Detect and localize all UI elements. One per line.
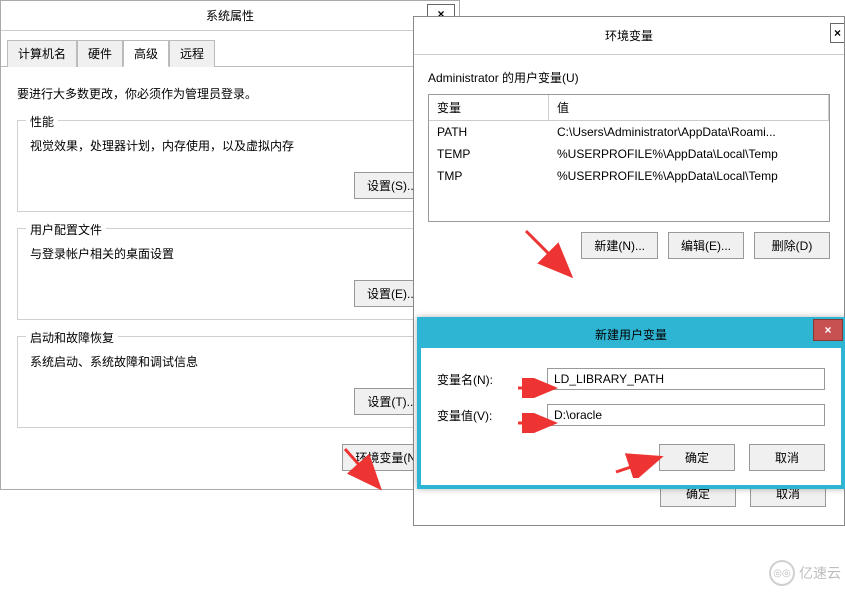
- tab-remote[interactable]: 远程: [169, 40, 215, 67]
- tab-computer-name[interactable]: 计算机名: [7, 40, 77, 67]
- col-variable[interactable]: 变量: [429, 95, 549, 120]
- admin-notice: 要进行大多数更改，你必须作为管理员登录。: [17, 85, 443, 102]
- tabs: 计算机名 硬件 高级 远程: [1, 31, 459, 67]
- user-profile-title: 用户配置文件: [26, 221, 106, 238]
- table-header: 变量 值: [429, 95, 829, 121]
- env-titlebar: 环境变量 ×: [414, 17, 844, 55]
- var-value-input[interactable]: [547, 404, 825, 426]
- new-var-cancel-button[interactable]: 取消: [749, 444, 825, 471]
- user-variables-table[interactable]: 变量 值 PATH C:\Users\Administrator\AppData…: [428, 94, 830, 222]
- var-value-label: 变量值(V):: [437, 407, 517, 424]
- startup-desc: 系统启动、系统故障和调试信息: [30, 353, 430, 370]
- sys-props-title: 系统属性: [206, 9, 254, 23]
- user-profile-group: 用户配置文件 与登录帐户相关的桌面设置 设置(E)...: [17, 228, 443, 320]
- env-title: 环境变量: [605, 29, 653, 43]
- new-var-body: 变量名(N): 变量值(V): 确定 取消: [421, 348, 841, 485]
- table-row[interactable]: TMP %USERPROFILE%\AppData\Local\Temp: [429, 165, 829, 187]
- col-value[interactable]: 值: [549, 95, 829, 120]
- performance-title: 性能: [26, 113, 58, 130]
- tab-hardware[interactable]: 硬件: [77, 40, 123, 67]
- delete-user-var-button[interactable]: 删除(D): [754, 232, 830, 259]
- new-user-var-button[interactable]: 新建(N)...: [581, 232, 658, 259]
- new-var-ok-button[interactable]: 确定: [659, 444, 735, 471]
- close-button[interactable]: ×: [813, 319, 843, 341]
- tab-advanced[interactable]: 高级: [123, 40, 169, 67]
- new-user-variable-dialog: 新建用户变量 × 变量名(N): 变量值(V): 确定 取消: [417, 317, 845, 489]
- var-name-label: 变量名(N):: [437, 371, 517, 388]
- user-profile-desc: 与登录帐户相关的桌面设置: [30, 245, 430, 262]
- startup-title: 启动和故障恢复: [26, 329, 118, 346]
- table-row[interactable]: TEMP %USERPROFILE%\AppData\Local\Temp: [429, 143, 829, 165]
- var-name-input[interactable]: [547, 368, 825, 390]
- sys-props-body: 要进行大多数更改，你必须作为管理员登录。 性能 视觉效果，处理器计划，内存使用，…: [1, 67, 459, 489]
- user-vars-label: Administrator 的用户变量(U): [428, 69, 830, 86]
- performance-group: 性能 视觉效果，处理器计划，内存使用，以及虚拟内存 设置(S)...: [17, 120, 443, 212]
- startup-group: 启动和故障恢复 系统启动、系统故障和调试信息 设置(T)...: [17, 336, 443, 428]
- performance-desc: 视觉效果，处理器计划，内存使用，以及虚拟内存: [30, 137, 430, 154]
- watermark: ◎◎ 亿速云: [769, 560, 841, 586]
- close-button[interactable]: ×: [830, 23, 844, 43]
- watermark-logo-icon: ◎◎: [769, 560, 795, 586]
- system-properties-dialog: 系统属性 × 计算机名 硬件 高级 远程 要进行大多数更改，你必须作为管理员登录…: [0, 0, 460, 490]
- new-var-title: 新建用户变量: [595, 328, 667, 342]
- new-var-titlebar: 新建用户变量 ×: [421, 321, 841, 348]
- sys-props-titlebar: 系统属性 ×: [1, 1, 459, 31]
- edit-user-var-button[interactable]: 编辑(E)...: [668, 232, 744, 259]
- table-row[interactable]: PATH C:\Users\Administrator\AppData\Roam…: [429, 121, 829, 143]
- watermark-text: 亿速云: [799, 563, 841, 583]
